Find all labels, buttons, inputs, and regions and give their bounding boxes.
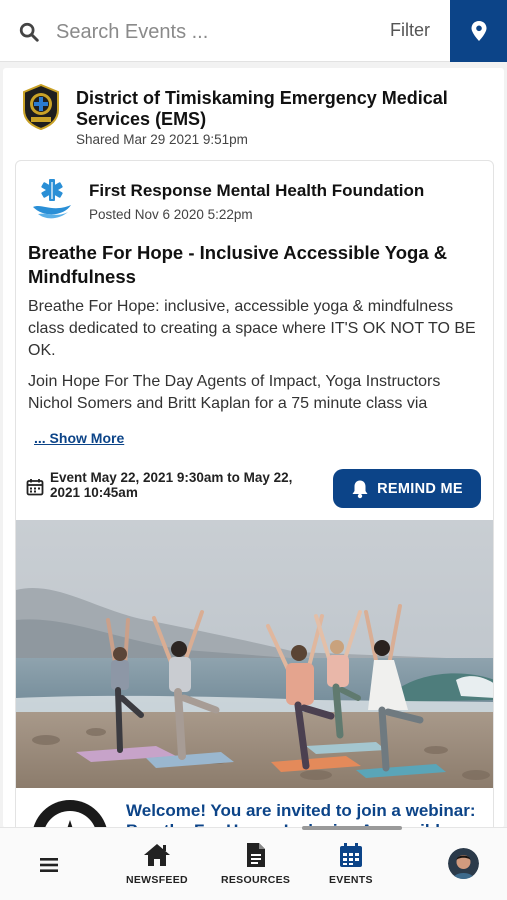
home-icon (143, 844, 170, 866)
nav-events[interactable]: EVENTS (329, 842, 373, 886)
event-description: Breathe For Hope: inclusive, accessible … (28, 298, 476, 359)
posted-date: Posted Nov 6 2020 5:22pm (89, 207, 253, 222)
remind-me-label: REMIND ME (377, 480, 463, 497)
remind-me-button[interactable]: REMIND ME (333, 469, 481, 508)
nav-label: RESOURCES (221, 874, 291, 886)
filter-button[interactable]: Filter (390, 20, 430, 41)
nav-newsfeed[interactable]: NEWSFEED (126, 842, 188, 886)
event-title[interactable]: Breathe For Hope - Inclusive Accessible … (28, 241, 468, 289)
nav-label: NEWSFEED (126, 874, 188, 886)
webinar-text: Welcome! You are invited to join a webin… (126, 801, 476, 828)
location-pin-icon (471, 21, 486, 41)
calendar-icon (26, 479, 44, 496)
webinar-logo (33, 800, 107, 828)
show-more-link[interactable]: ... Show More (34, 430, 124, 446)
location-button[interactable] (450, 0, 507, 62)
newsfeed-post: District of Timiskaming Emergency Medica… (3, 68, 504, 828)
search-icon[interactable] (18, 21, 40, 43)
bell-icon (352, 480, 368, 498)
org-name[interactable]: District of Timiskaming Emergency Medica… (76, 88, 476, 130)
search-input[interactable] (56, 16, 376, 48)
event-card: First Response Mental Health Foundation … (15, 160, 494, 828)
search-bar: Filter (0, 0, 507, 62)
document-icon (246, 843, 265, 867)
scroll-handle[interactable] (302, 826, 402, 830)
nav-resources[interactable]: RESOURCES (221, 842, 290, 886)
menu-icon[interactable] (40, 858, 58, 872)
bottom-nav: NEWSFEED RESOURCES EVENTS (0, 826, 507, 900)
event-date: Event May 22, 2021 9:30am to May 22, 202… (50, 470, 293, 500)
foundation-logo (33, 179, 71, 219)
event-org-name[interactable]: First Response Mental Health Foundation (89, 181, 424, 201)
ems-logo (23, 84, 59, 130)
event-description-2: Join Hope For The Day Agents of Impact, … (28, 373, 441, 412)
event-photo[interactable] (16, 520, 494, 788)
calendar-icon (339, 843, 362, 867)
shared-date: Shared Mar 29 2021 9:51pm (76, 132, 248, 147)
avatar[interactable] (448, 848, 479, 879)
nav-label: EVENTS (329, 874, 373, 886)
